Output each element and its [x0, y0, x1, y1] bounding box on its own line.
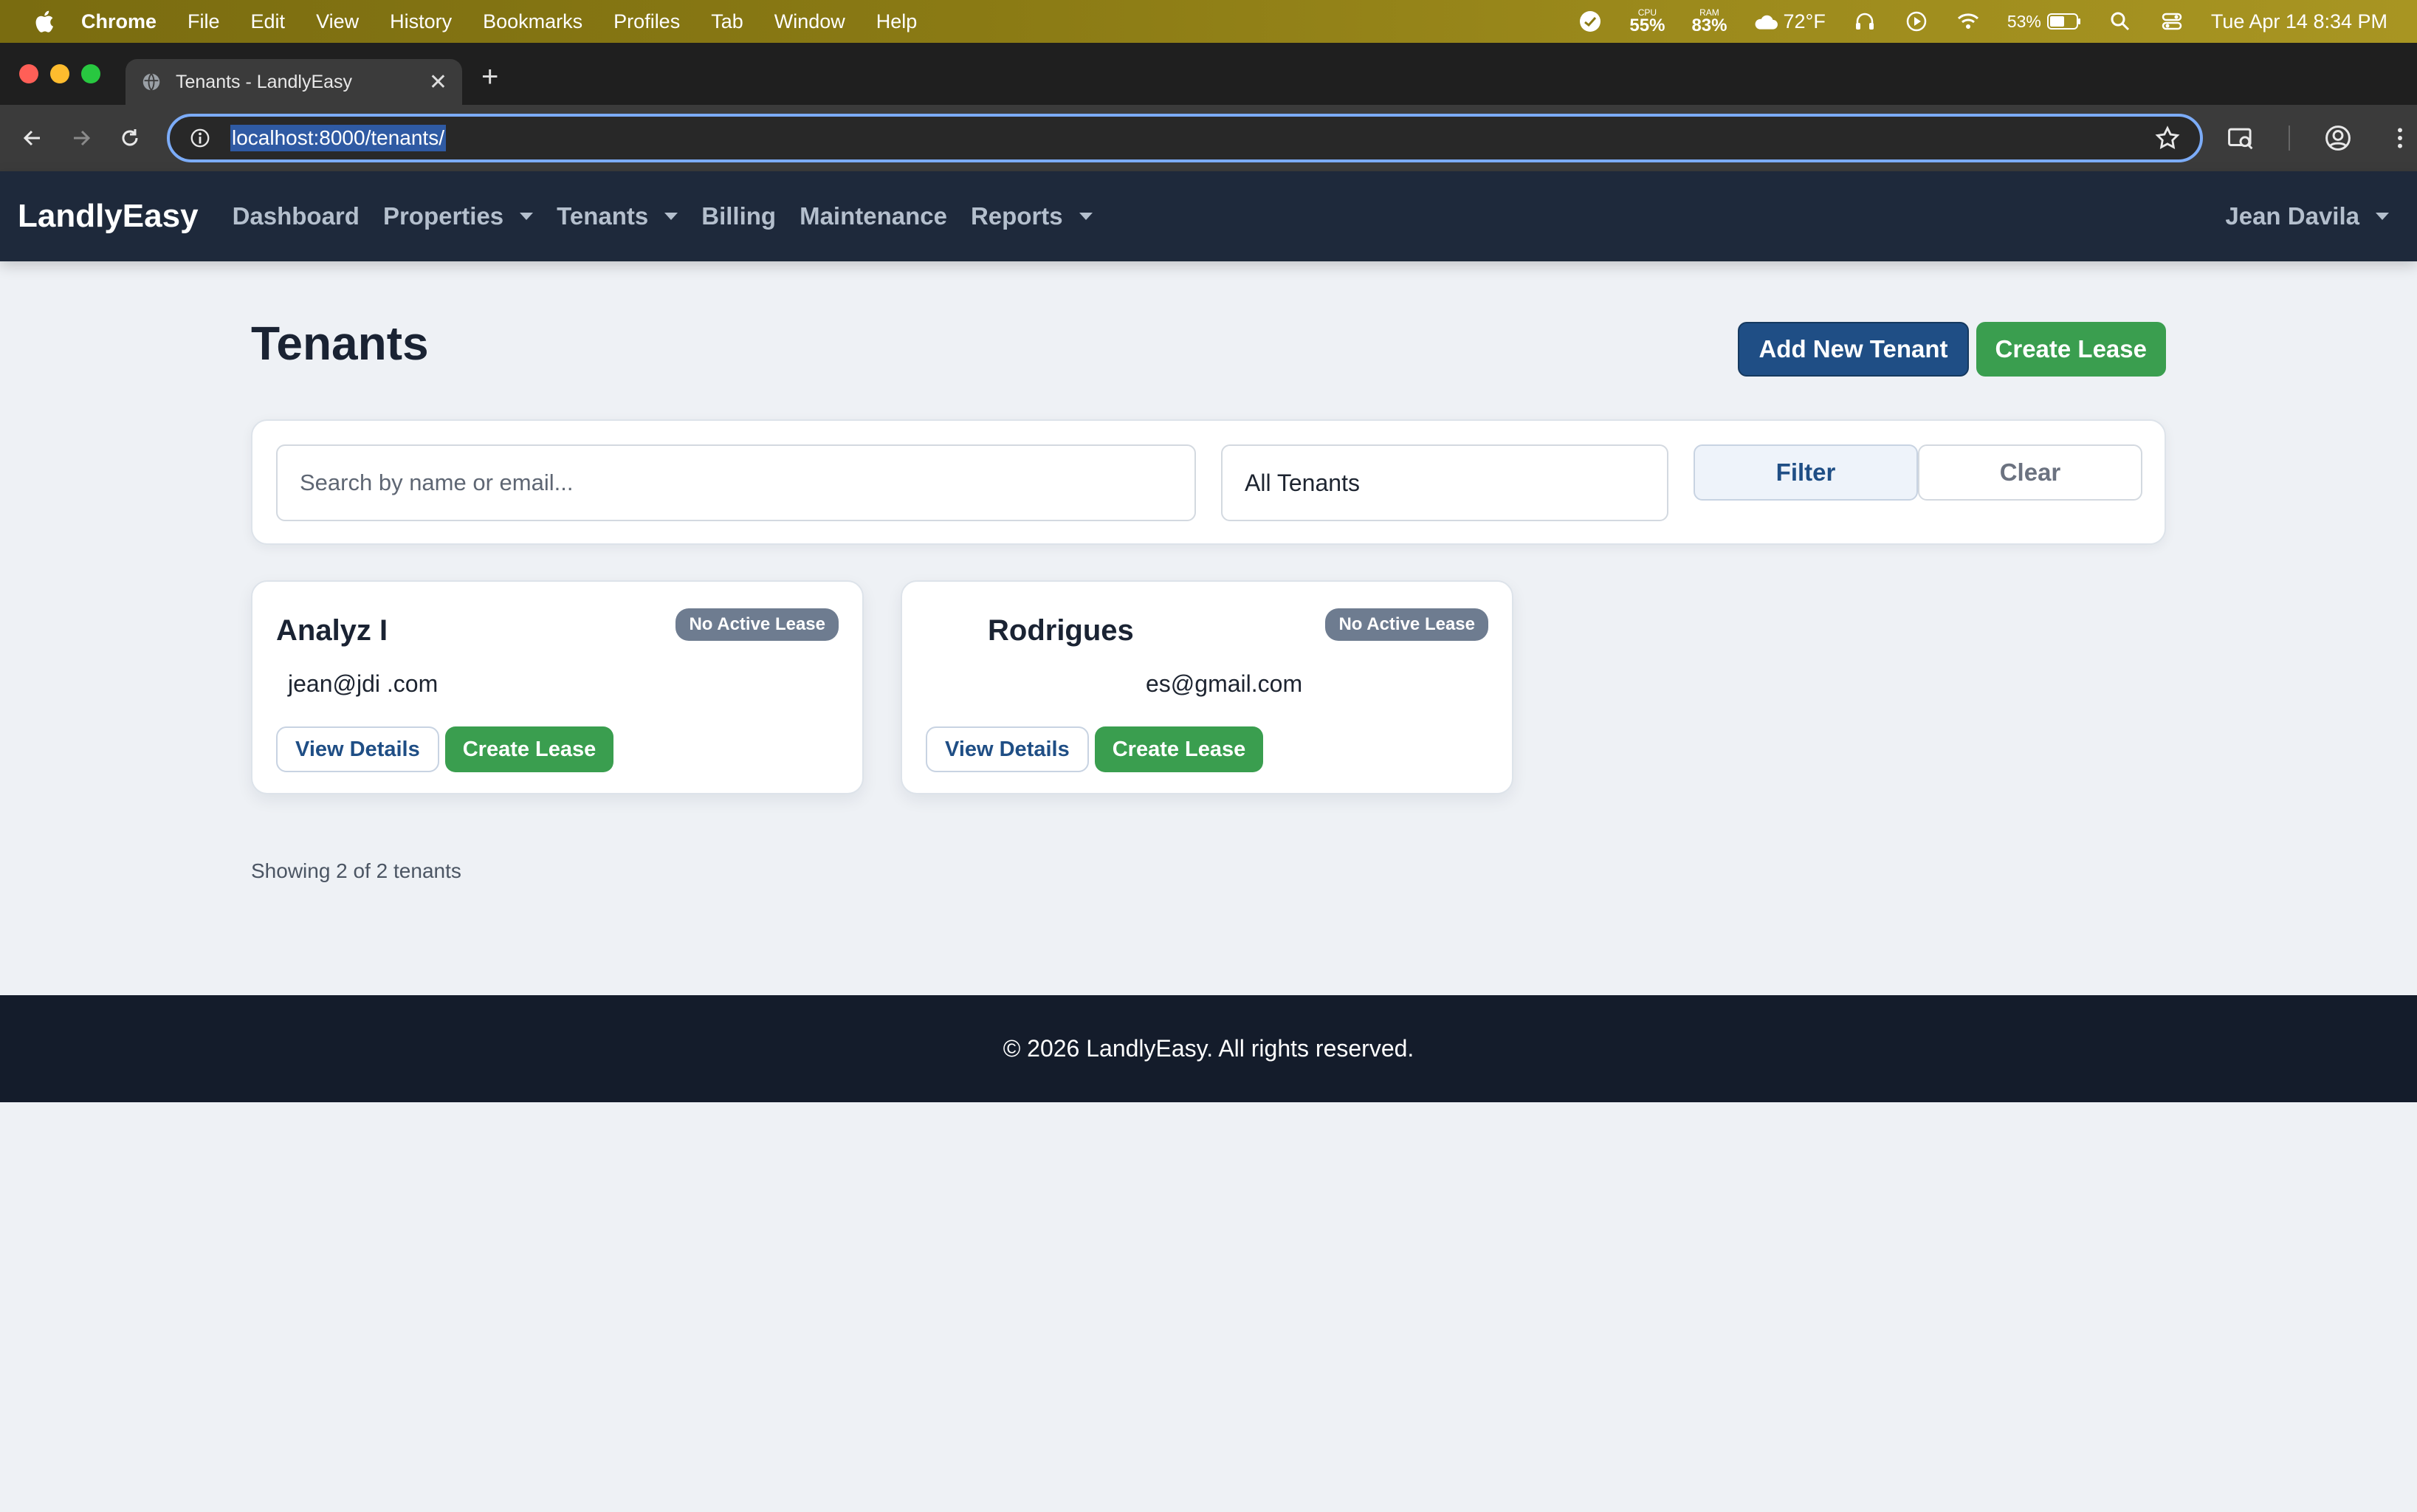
caret-down-icon	[2376, 213, 2389, 220]
search-input[interactable]: Search by name or email...	[276, 444, 1196, 521]
menu-edit[interactable]: Edit	[251, 10, 286, 33]
bookmark-star-icon[interactable]	[2154, 125, 2181, 151]
caret-down-icon	[1079, 213, 1093, 220]
menu-profiles[interactable]: Profiles	[613, 10, 680, 33]
user-menu[interactable]: Jean Davila	[2225, 171, 2389, 261]
apple-icon[interactable]	[32, 9, 55, 34]
minimize-window-button[interactable]	[50, 64, 69, 83]
close-tab-icon[interactable]: ✕	[429, 69, 447, 95]
tenant-name: Rodrigues	[988, 614, 1134, 647]
tab-title: Tenants - LandlyEasy	[176, 71, 353, 92]
cpu-value: 55%	[1629, 16, 1665, 35]
brand-logo[interactable]: LandlyEasy	[18, 198, 199, 235]
zoom-window-button[interactable]	[81, 64, 100, 83]
forward-icon[interactable]	[65, 122, 97, 154]
menu-history[interactable]: History	[390, 10, 452, 33]
tenant-card: Rodrigues No Active Lease es@gmail.com V…	[901, 580, 1513, 794]
address-bar[interactable]: localhost:8000/tenants/	[167, 114, 2203, 162]
menu-file[interactable]: File	[188, 10, 220, 33]
toolbar-separator	[2289, 126, 2290, 151]
battery-widget[interactable]: 53%	[2007, 12, 2081, 32]
battery-percent: 53%	[2007, 11, 2041, 31]
nav-tenants[interactable]: Tenants	[557, 202, 678, 230]
tenant-card-actions: View Details Create Lease	[926, 726, 1264, 772]
tab-search-icon[interactable]	[2227, 124, 2255, 152]
tenant-email: es@gmail.com	[1146, 670, 1303, 697]
nav-maintenance[interactable]: Maintenance	[800, 202, 947, 230]
nav-properties-label: Properties	[382, 202, 504, 230]
nav-reports[interactable]: Reports	[971, 202, 1093, 230]
weather-widget[interactable]: 72°F	[1753, 10, 1826, 33]
wifi-icon[interactable]	[1956, 9, 1981, 34]
window-controls	[19, 64, 100, 83]
cloud-icon	[1756, 15, 1778, 30]
control-center-icon[interactable]	[2159, 9, 2184, 34]
back-icon[interactable]	[16, 122, 49, 154]
clear-button[interactable]: Clear	[1918, 444, 2142, 501]
nav-dashboard-label: Dashboard	[232, 202, 360, 230]
site-navbar: LandlyEasy Dashboard Properties Tenants …	[0, 171, 2417, 261]
view-details-button[interactable]: View Details	[276, 726, 439, 772]
create-lease-button[interactable]: Create Lease	[444, 726, 614, 772]
new-tab-icon[interactable]: +	[481, 61, 498, 94]
activity-icon[interactable]	[1578, 9, 1603, 34]
menu-window[interactable]: Window	[774, 10, 845, 33]
menu-tab[interactable]: Tab	[711, 10, 743, 33]
battery-icon	[2046, 13, 2080, 30]
url-text[interactable]: localhost:8000/tenants/	[230, 125, 446, 151]
browser-toolbar: localhost:8000/tenants/	[0, 105, 2417, 171]
results-count: Showing 2 of 2 tenants	[251, 859, 461, 882]
nav-billing[interactable]: Billing	[701, 202, 776, 230]
nav-tenants-label: Tenants	[557, 202, 649, 230]
create-lease-button[interactable]: Create Lease	[1094, 726, 1264, 772]
lease-status-badge: No Active Lease	[675, 608, 839, 641]
page-title: Tenants	[251, 317, 429, 370]
clock[interactable]: Tue Apr 14 8:34 PM	[2211, 10, 2387, 33]
lease-status-badge: No Active Lease	[1325, 608, 1488, 641]
tenant-email: jean@jdi .com	[288, 670, 439, 697]
reload-icon[interactable]	[114, 122, 146, 154]
nav-maintenance-label: Maintenance	[800, 202, 947, 230]
site-footer: © 2026 LandlyEasy. All rights reserved.	[0, 995, 2417, 1102]
nav-reports-label: Reports	[970, 202, 1063, 230]
filter-card: Search by name or email... All Tenants F…	[251, 419, 2166, 545]
filter-button[interactable]: Filter	[1694, 444, 1918, 501]
nav-billing-label: Billing	[701, 202, 777, 230]
nav-dashboard[interactable]: Dashboard	[233, 202, 360, 230]
create-lease-button[interactable]: Create Lease	[1976, 322, 2166, 377]
caret-down-icon	[664, 213, 678, 220]
site-info-icon[interactable]	[189, 127, 211, 149]
menu-view[interactable]: View	[316, 10, 359, 33]
browser-tab[interactable]: Tenants - LandlyEasy ✕	[126, 59, 462, 105]
macos-menubar: Chrome File Edit View History Bookmarks …	[0, 0, 2417, 43]
browser-tabstrip: Tenants - LandlyEasy ✕ +	[0, 43, 2417, 105]
footer-copyright: © 2026 LandlyEasy. All rights reserved.	[1003, 1035, 1414, 1062]
menu-bookmarks[interactable]: Bookmarks	[483, 10, 582, 33]
kebab-menu-icon[interactable]	[2386, 124, 2414, 152]
tenant-filter-select[interactable]: All Tenants	[1221, 444, 1668, 521]
close-window-button[interactable]	[19, 64, 38, 83]
page-actions: Add New Tenant Create Lease	[1738, 322, 2166, 377]
ram-stat[interactable]: RAM 83%	[1691, 8, 1727, 35]
menu-chrome[interactable]: Chrome	[81, 10, 157, 33]
play-icon[interactable]	[1904, 9, 1929, 34]
globe-icon	[142, 73, 160, 91]
tenant-name: Analyz I	[276, 614, 388, 647]
add-new-tenant-button[interactable]: Add New Tenant	[1738, 322, 1969, 377]
cpu-stat[interactable]: CPU 55%	[1629, 8, 1665, 35]
weather-text: 72°F	[1783, 10, 1826, 32]
view-details-button[interactable]: View Details	[926, 726, 1089, 772]
nav-properties[interactable]: Properties	[382, 202, 534, 230]
caret-down-icon	[520, 213, 534, 220]
spotlight-search-icon[interactable]	[2108, 9, 2133, 34]
ram-value: 83%	[1691, 16, 1727, 35]
tenant-card: Analyz I No Active Lease jean@jdi .com V…	[251, 580, 864, 794]
user-name: Jean Davila	[2225, 202, 2359, 230]
profile-icon[interactable]	[2324, 124, 2352, 152]
headphones-icon[interactable]	[1852, 9, 1877, 34]
tenant-card-actions: View Details Create Lease	[276, 726, 614, 772]
menu-help[interactable]: Help	[876, 10, 918, 33]
